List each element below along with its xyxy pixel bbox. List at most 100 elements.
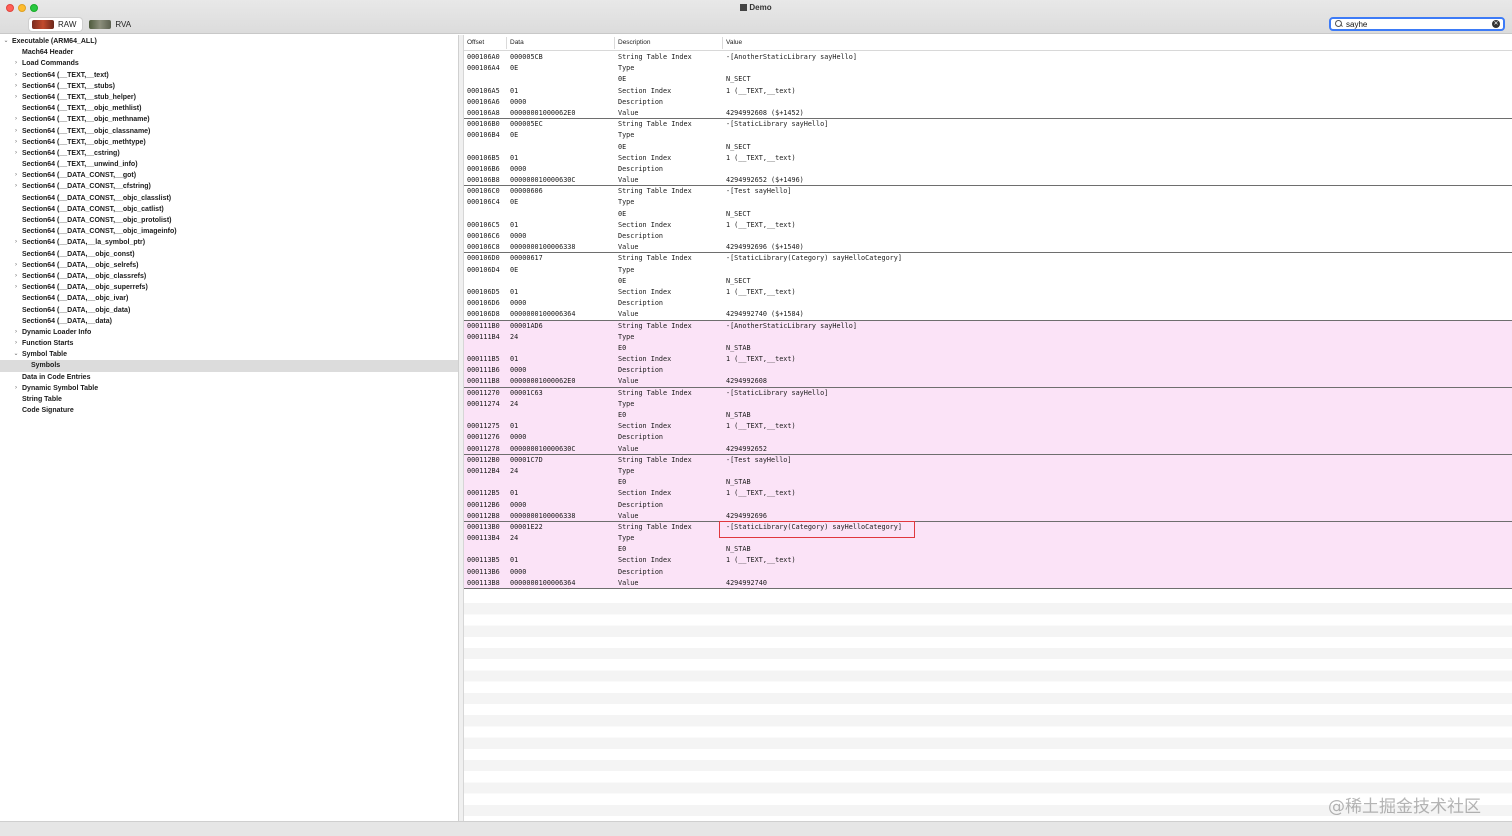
sidebar-item[interactable]: › Dynamic Symbol Table bbox=[0, 383, 458, 394]
column-divider[interactable] bbox=[506, 37, 507, 49]
table-row[interactable]: 000106A5 01 Section Index 1 (__TEXT,__text) bbox=[464, 86, 1512, 97]
table-row[interactable]: 000106B0 000005EC String Table Index -[Stat… bbox=[464, 119, 1512, 130]
sidebar-item[interactable]: › Section64 (__TEXT,__objc_methtype) bbox=[0, 137, 458, 148]
sidebar-item[interactable]: Section64 (__TEXT,__objc_methlist) bbox=[0, 103, 458, 114]
sidebar-item[interactable]: › Section64 (__TEXT,__cstring) bbox=[0, 148, 458, 159]
sidebar-item[interactable]: Section64 (__DATA_CONST,__objc_catlist) bbox=[0, 204, 458, 215]
table-row[interactable]: 000106A0 000005CB String Table Index -[Anot… bbox=[464, 52, 1512, 63]
column-divider[interactable] bbox=[722, 37, 723, 49]
table-row[interactable]: 000111B6 0000 Description bbox=[464, 365, 1512, 377]
table-row[interactable]: 000106A4 0E Type bbox=[464, 63, 1512, 74]
table-row[interactable]: 000106D8 0000000100006364 Value 4294992740 … bbox=[464, 309, 1512, 321]
chevron-right-icon[interactable]: › bbox=[12, 114, 20, 125]
chevron-right-icon[interactable]: › bbox=[12, 58, 20, 69]
sidebar-item[interactable]: › Load Commands bbox=[0, 58, 458, 69]
table-row[interactable]: 000112B5 01 Section Index 1 (__TEXT,__text) bbox=[464, 488, 1512, 500]
table-row[interactable]: 000106C6 0000 Description bbox=[464, 231, 1512, 242]
chevron-right-icon[interactable]: › bbox=[12, 70, 20, 81]
table-row[interactable]: 000111B8 00000001000062E0 Value 4294992608 bbox=[464, 376, 1512, 388]
table-row[interactable]: 000106A8 00000001000062E0 Value 4294992608 … bbox=[464, 108, 1512, 120]
chevron-right-icon[interactable]: › bbox=[12, 338, 20, 349]
chevron-right-icon[interactable]: › bbox=[12, 327, 20, 338]
clear-search-icon[interactable]: ✕ bbox=[1492, 20, 1500, 28]
table-row[interactable]: E0 N_STAB bbox=[464, 410, 1512, 422]
raw-button[interactable]: RAW bbox=[29, 17, 83, 31]
table-row[interactable]: 000113B5 01 Section Index 1 (__TEXT,__text) bbox=[464, 555, 1512, 567]
table-row[interactable]: 000106B4 0E Type bbox=[464, 130, 1512, 141]
chevron-right-icon[interactable]: › bbox=[12, 237, 20, 248]
table-row[interactable]: 000106D0 00000617 String Table Index -[Stat… bbox=[464, 253, 1512, 264]
sidebar-item[interactable]: › Section64 (__DATA,__la_symbol_ptr) bbox=[0, 237, 458, 248]
sidebar-item[interactable]: › Section64 (__DATA,__objc_selrefs) bbox=[0, 260, 458, 271]
sidebar-item[interactable]: Mach64 Header bbox=[0, 47, 458, 58]
table-row[interactable]: 00011276 0000 Description bbox=[464, 432, 1512, 444]
sidebar-item[interactable]: › Section64 (__TEXT,__objc_classname) bbox=[0, 126, 458, 137]
table-row[interactable]: 00011274 24 Type bbox=[464, 398, 1512, 410]
sidebar-item[interactable]: ⌄ Executable (ARM64_ALL) bbox=[0, 36, 458, 47]
column-divider[interactable] bbox=[614, 37, 615, 49]
sidebar-item[interactable]: › Section64 (__DATA,__objc_classrefs) bbox=[0, 271, 458, 282]
table-row[interactable]: 000113B6 0000 Description bbox=[464, 566, 1512, 578]
table-row[interactable]: 00011278 000000010000630C Value 4294992652 bbox=[464, 443, 1512, 455]
table-row[interactable]: 00011275 01 Section Index 1 (__TEXT,__text) bbox=[464, 421, 1512, 433]
chevron-right-icon[interactable]: › bbox=[12, 271, 20, 282]
sidebar-item[interactable]: › Section64 (__DATA,__objc_superrefs) bbox=[0, 282, 458, 293]
sidebar-item[interactable]: Section64 (__DATA,__data) bbox=[0, 316, 458, 327]
table-row[interactable]: 000111B5 01 Section Index 1 (__TEXT,__text) bbox=[464, 354, 1512, 366]
sidebar-item[interactable]: Section64 (__DATA_CONST,__objc_classlist… bbox=[0, 193, 458, 204]
address-mode-toggle[interactable]: RAW RVA bbox=[29, 17, 137, 31]
table-row[interactable]: 00011270 00001C63 String Table Index -[Stat… bbox=[464, 387, 1512, 399]
column-header-description[interactable]: Description bbox=[618, 39, 651, 46]
column-header-offset[interactable]: Offset bbox=[467, 39, 484, 46]
sidebar-item[interactable]: › Section64 (__TEXT,__stubs) bbox=[0, 81, 458, 92]
search-input[interactable]: sayhe bbox=[1346, 20, 1492, 29]
rva-button[interactable]: RVA bbox=[86, 18, 137, 31]
sidebar-item[interactable]: › Dynamic Loader Info bbox=[0, 327, 458, 338]
table-row[interactable]: 000111B0 00001AD6 String Table Index -[Anot… bbox=[464, 320, 1512, 332]
table-row[interactable]: 0E N_SECT bbox=[464, 74, 1512, 85]
chevron-right-icon[interactable]: › bbox=[12, 81, 20, 92]
sidebar-item[interactable]: String Table bbox=[0, 394, 458, 405]
chevron-right-icon[interactable]: › bbox=[12, 148, 20, 159]
table-row[interactable]: 000113B4 24 Type bbox=[464, 533, 1512, 545]
table-row[interactable]: 000106B6 0000 Description bbox=[464, 164, 1512, 175]
table-row[interactable]: E0 N_STAB bbox=[464, 544, 1512, 556]
sidebar-item[interactable]: Section64 (__DATA,__objc_ivar) bbox=[0, 293, 458, 304]
sidebar-item[interactable]: Symbols bbox=[0, 360, 458, 372]
table-row[interactable]: 000113B8 0000000100006364 Value 4294992740 bbox=[464, 577, 1512, 589]
sidebar-item[interactable]: › Section64 (__DATA_CONST,__got) bbox=[0, 170, 458, 181]
table-row[interactable]: 000106A6 0000 Description bbox=[464, 97, 1512, 108]
table-row[interactable]: 000106D6 0000 Description bbox=[464, 298, 1512, 309]
sidebar-item[interactable]: Section64 (__DATA,__objc_const) bbox=[0, 249, 458, 260]
sidebar-item[interactable]: Section64 (__TEXT,__unwind_info) bbox=[0, 159, 458, 170]
chevron-right-icon[interactable]: › bbox=[12, 137, 20, 148]
chevron-right-icon[interactable]: › bbox=[12, 260, 20, 271]
sidebar-item[interactable]: › Function Starts bbox=[0, 338, 458, 349]
sidebar-item[interactable]: ⌄ Symbol Table bbox=[0, 349, 458, 360]
sidebar-item[interactable]: › Section64 (__TEXT,__stub_helper) bbox=[0, 92, 458, 103]
table-row[interactable]: 000106D5 01 Section Index 1 (__TEXT,__text) bbox=[464, 287, 1512, 298]
table-row[interactable]: 0E N_SECT bbox=[464, 209, 1512, 220]
table-row[interactable]: 000106C5 01 Section Index 1 (__TEXT,__text) bbox=[464, 220, 1512, 231]
table-row[interactable]: E0 N_STAB bbox=[464, 477, 1512, 489]
table-row[interactable]: 000113B0 00001E22 String Table Index -[Stat… bbox=[464, 521, 1512, 534]
chevron-right-icon[interactable]: › bbox=[12, 282, 20, 293]
sidebar-item[interactable]: › Section64 (__TEXT,__objc_methname) bbox=[0, 114, 458, 125]
sidebar-item[interactable]: › Section64 (__DATA_CONST,__cfstring) bbox=[0, 181, 458, 192]
table-row[interactable]: 000112B8 0000000100006338 Value 4294992696 bbox=[464, 510, 1512, 522]
chevron-right-icon[interactable]: › bbox=[12, 181, 20, 192]
chevron-down-icon[interactable]: ⌄ bbox=[2, 36, 10, 47]
column-header-data[interactable]: Data bbox=[510, 39, 524, 46]
table-row[interactable]: E0 N_STAB bbox=[464, 342, 1512, 355]
chevron-down-icon[interactable]: ⌄ bbox=[12, 349, 20, 360]
search-field[interactable]: sayhe ✕ bbox=[1329, 17, 1505, 31]
sidebar-item[interactable]: Section64 (__DATA,__objc_data) bbox=[0, 305, 458, 316]
table-row[interactable]: 000106B8 000000010000630C Value 4294992652 … bbox=[464, 175, 1512, 187]
sidebar-item[interactable]: Section64 (__DATA_CONST,__objc_protolist… bbox=[0, 215, 458, 226]
table-row[interactable]: 000112B4 24 Type bbox=[464, 465, 1512, 478]
table-row[interactable]: 000106C8 0000000100006338 Value 4294992696 … bbox=[464, 242, 1512, 254]
table-row[interactable]: 000112B6 0000 Description bbox=[464, 499, 1512, 511]
table-row[interactable]: 000111B4 24 Type bbox=[464, 331, 1512, 343]
sidebar-item[interactable]: › Section64 (__TEXT,__text) bbox=[0, 70, 458, 81]
table-row[interactable]: 000106D4 0E Type bbox=[464, 265, 1512, 276]
